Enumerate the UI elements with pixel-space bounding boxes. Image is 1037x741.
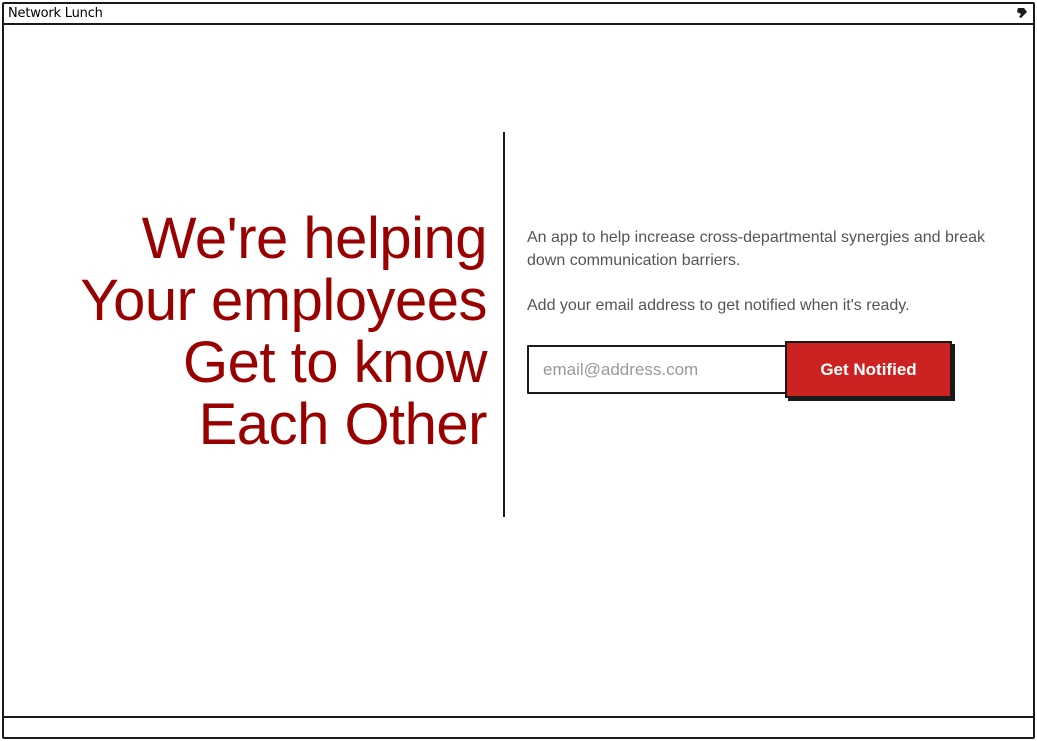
headline-line: Your employees — [80, 268, 487, 333]
window-title: Network Lunch — [8, 6, 103, 21]
signup-prompt: Add your email address to get notified w… — [527, 297, 910, 314]
email-input[interactable] — [527, 345, 789, 394]
app-tagline: An app to help increase cross-department… — [527, 229, 986, 269]
vertical-divider — [503, 132, 505, 517]
get-notified-button[interactable]: Get Notified — [785, 341, 952, 398]
headline-line: Each Other — [198, 392, 488, 457]
status-bar — [4, 716, 1033, 737]
hero-headline: We're helping Your employees Get to know… — [80, 208, 487, 456]
headline-line: Get to know — [183, 330, 487, 395]
headline-line: We're helping — [141, 206, 488, 271]
title-bar: Network Lunch — [4, 4, 1033, 25]
pin-icon[interactable] — [1015, 6, 1029, 20]
